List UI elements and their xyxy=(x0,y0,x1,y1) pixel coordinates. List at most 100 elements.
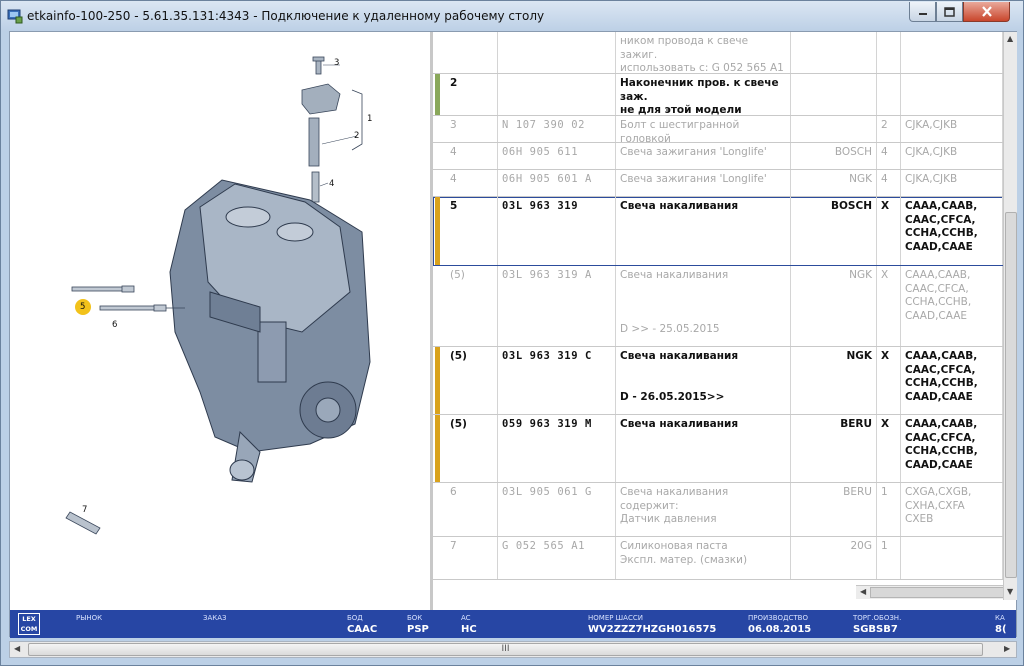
cell-pos: 4 xyxy=(446,170,498,196)
exploded-view-diagram[interactable]: 3 1 2 4 5 6 7 xyxy=(10,32,430,612)
cell-models: CJKA,CJKB xyxy=(901,143,1003,169)
bod-label: БОД xyxy=(347,614,363,622)
maximize-icon xyxy=(944,6,955,17)
table-row[interactable]: 6 03L 905 061 G Свеча накаливания содержит… xyxy=(433,483,1003,537)
cell-qty: X xyxy=(877,197,901,265)
callout-7[interactable]: 7 xyxy=(82,505,87,515)
cell-qty: 1 xyxy=(877,537,901,579)
coil-part-2 xyxy=(301,83,341,167)
scroll-up-icon[interactable]: ▲ xyxy=(1007,34,1013,43)
title-bar[interactable]: etkainfo-100-250 - 5.61.35.131:4343 - По… xyxy=(1,1,1023,31)
cell-desc: Силиконовая паста Экспл. матер. (смазки) xyxy=(616,537,791,579)
table-row[interactable]: 4 06H 905 601 A Свеча зажигания 'Longlife'… xyxy=(433,170,1003,197)
scroll-left-icon[interactable]: ◀ xyxy=(14,644,20,653)
cell-models: CAAA,CAAB, CAAC,CFCA, CCHA,CCHB, CAAD,CA… xyxy=(901,197,1003,265)
row-status-marker xyxy=(435,74,440,115)
ka-label: КА xyxy=(995,614,1005,622)
cell-part: N 107 390 02 xyxy=(498,116,616,142)
cell-desc: Свеча накаливания xyxy=(616,197,791,265)
cell-models: CXGA,CXGB, CXHA,CXFA CXEB xyxy=(901,483,1003,536)
cell-models xyxy=(901,537,1003,579)
callout-6[interactable]: 6 xyxy=(112,320,117,330)
chassis-value: WV2ZZZ7HZGH016575 xyxy=(588,624,717,635)
cell-pos: 5 xyxy=(446,197,498,265)
remote-desktop-icon xyxy=(7,9,23,24)
cell-part: G 052 565 A1 xyxy=(498,537,616,579)
spark-plug-part-4 xyxy=(311,171,320,203)
cell-desc: Наконечник пров. к свече заж. не для это… xyxy=(616,74,791,116)
maximize-button[interactable] xyxy=(936,2,963,22)
table-row[interactable]: 2 Наконечник пров. к свече заж. не для эт… xyxy=(433,74,1003,116)
order-label: ЗАКАЗ xyxy=(203,614,227,622)
cell-pos: 4 xyxy=(446,143,498,169)
callout-3[interactable]: 3 xyxy=(334,58,339,68)
cell-models: CAAA,CAAB, CAAC,CFCA, CCHA,CCHB, CAAD,CA… xyxy=(901,347,1003,414)
glow-plug-5 xyxy=(71,285,135,293)
table-row[interactable]: 7G 052 565 A1 Силиконовая паста Экспл. ма… xyxy=(433,537,1003,580)
paste-tube-part-7 xyxy=(65,511,101,535)
callout-4[interactable]: 4 xyxy=(329,179,334,189)
cell-desc: Болт с шестигранной головкой xyxy=(616,116,791,145)
cell-supplier xyxy=(791,116,877,142)
cell-desc: Свеча накаливания D - 26.05.2015>> xyxy=(616,347,791,414)
cell-models xyxy=(901,32,1003,73)
cell-pos: 6 xyxy=(446,483,498,536)
cell-part: 06H 905 601 A xyxy=(498,170,616,196)
cell-part: 059 963 319 M xyxy=(498,415,616,482)
bok-label: БОК xyxy=(407,614,423,622)
parts-table: ником провода к свече зажиг. использоват… xyxy=(433,32,1003,600)
table-row[interactable]: 4 06H 905 611 Свеча зажигания 'Longlife' BO… xyxy=(433,143,1003,170)
callout-5[interactable]: 5 xyxy=(80,302,85,312)
table-row[interactable]: (5) 03L 963 319 C Свеча накаливания D - 26… xyxy=(433,347,1003,415)
remote-desktop-window: etkainfo-100-250 - 5.61.35.131:4343 - По… xyxy=(0,0,1024,666)
row-status-marker xyxy=(435,347,440,414)
engine-block xyxy=(169,179,371,483)
cell-qty xyxy=(877,74,901,115)
table-hscroll-thumb[interactable] xyxy=(870,587,1003,598)
app-client-area: 3 1 2 4 5 6 7 ником провода к свече зажи… xyxy=(9,31,1017,638)
table-row[interactable]: 3N 107 390 02 Болт с шестигранной головко… xyxy=(433,116,1003,145)
cell-qty: X xyxy=(877,347,901,414)
callout-1[interactable]: 1 xyxy=(367,114,372,124)
market-label: РЫНОК xyxy=(76,614,103,622)
row-status-marker xyxy=(435,415,440,482)
bok-value: PSP xyxy=(407,624,429,635)
table-row[interactable]: (5) 03L 963 319 A Свеча накаливания D >> -… xyxy=(433,266,1003,347)
cell-qty: 4 xyxy=(877,170,901,196)
bod-value: CAAC xyxy=(347,624,378,635)
minimize-button[interactable] xyxy=(909,2,936,22)
close-icon xyxy=(981,6,992,17)
table-row[interactable]: (5) 059 963 319 M Свеча накаливания BERU X CA… xyxy=(433,415,1003,483)
cell-models: CJKA,CJKB xyxy=(901,170,1003,196)
cell-supplier: NGK xyxy=(791,266,877,346)
cell-desc: Свеча зажигания 'Longlife' xyxy=(616,170,791,196)
table-row[interactable]: ником провода к свече зажиг. использоват… xyxy=(433,32,1003,74)
window-hscroll-thumb[interactable]: III xyxy=(28,643,983,656)
close-button[interactable] xyxy=(963,2,1010,22)
callout-2[interactable]: 2 xyxy=(354,131,359,141)
cell-desc: ником провода к свече зажиг. использоват… xyxy=(616,32,791,74)
table-vscroll-thumb[interactable] xyxy=(1005,212,1017,578)
cell-pos: 3 xyxy=(446,116,498,142)
ac-value: HC xyxy=(461,624,477,635)
glow-plug-6 xyxy=(99,304,185,312)
scroll-down-icon[interactable]: ▼ xyxy=(1007,587,1013,596)
scroll-left-icon[interactable]: ◀ xyxy=(860,587,866,596)
table-row[interactable]: 5 03L 963 319 Свеча накаливания BOSCH X CAAA,… xyxy=(433,197,1003,266)
cell-part: 03L 963 319 xyxy=(498,197,616,265)
cell-desc: Свеча накаливания D >> - 25.05.2015 xyxy=(616,266,791,346)
window-horizontal-scrollbar[interactable]: ◀ III ▶ xyxy=(9,641,1017,658)
cell-supplier: NGK xyxy=(791,170,877,196)
table-horizontal-scrollbar[interactable]: ◀ xyxy=(856,585,1003,599)
cell-models xyxy=(901,74,1003,115)
cell-supplier: BERU xyxy=(791,415,877,482)
scroll-right-icon[interactable]: ▶ xyxy=(1004,644,1010,653)
cell-models: CAAA,CAAB, CAAC,CFCA, CCHA,CCHB, CAAD,CA… xyxy=(901,266,1003,346)
cell-part: 06H 905 611 xyxy=(498,143,616,169)
cell-models: CJKA,CJKB xyxy=(901,116,1003,142)
cell-part xyxy=(498,74,616,115)
table-vertical-scrollbar[interactable]: ▲ ▼ xyxy=(1003,32,1017,600)
cell-part xyxy=(498,32,616,73)
production-value: 06.08.2015 xyxy=(748,624,812,635)
ka-value: 8( xyxy=(995,624,1007,635)
